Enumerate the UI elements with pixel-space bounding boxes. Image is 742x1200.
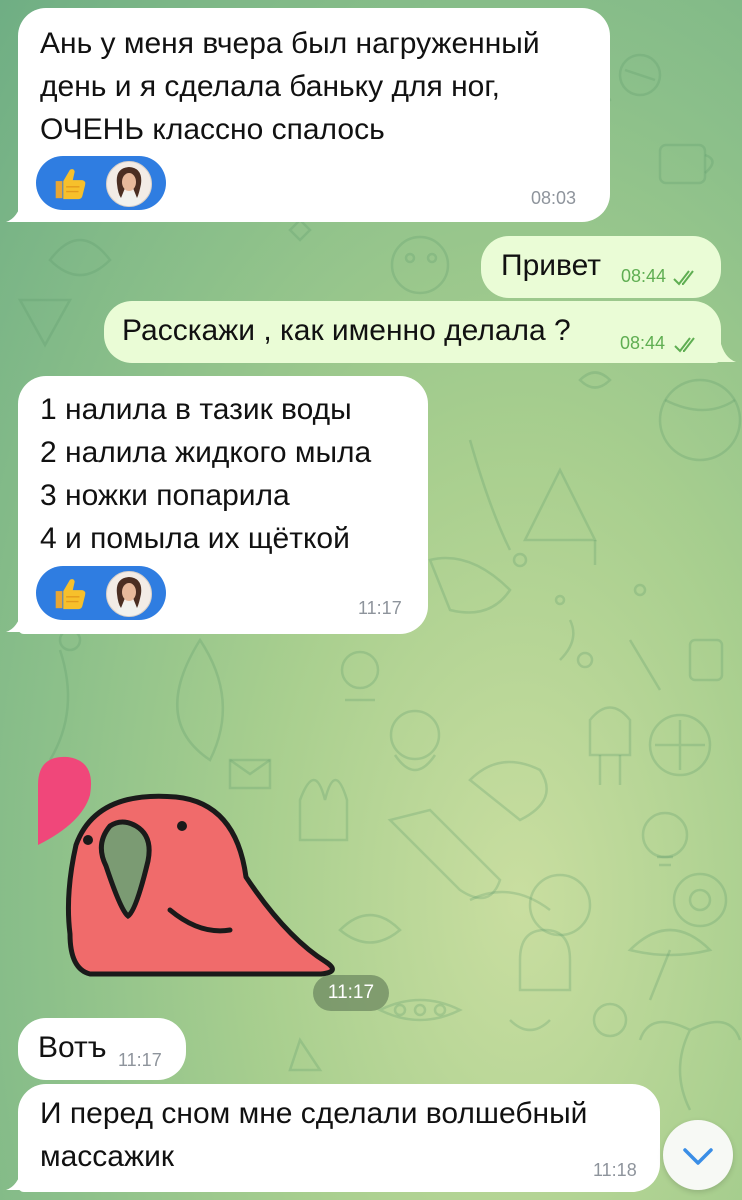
- message-time: 08:03: [531, 188, 577, 208]
- message-bubble-incoming[interactable]: Вотъ 11:17: [18, 1018, 186, 1080]
- message-bubble-outgoing[interactable]: Расскажи , как именно делала ? 08:44: [104, 301, 721, 363]
- message-time: 08:44: [620, 333, 666, 353]
- message-time: 11:17: [118, 1050, 162, 1070]
- message-text: Расскажи , как именно делала ?: [122, 314, 571, 347]
- double-check-icon: [673, 270, 694, 286]
- reaction-pill[interactable]: [36, 156, 166, 210]
- message-bubble-incoming[interactable]: Ань у меня вчера был нагруженный день и …: [18, 8, 610, 222]
- message-time: 08:44: [621, 266, 667, 286]
- thumbs-up-icon: [55, 579, 86, 610]
- thumbs-up-icon: [55, 169, 86, 200]
- message-text: Ань у меня вчера был нагруженный день и …: [40, 27, 540, 146]
- message-text: 1 налила в тазик воды 2 налила жидкого м…: [40, 393, 372, 555]
- message-time: 11:17: [313, 975, 389, 1011]
- bubble-tail: [6, 610, 30, 632]
- message-text: Привет: [501, 249, 602, 282]
- reaction-pill[interactable]: [36, 566, 166, 620]
- bubble-tail: [712, 340, 736, 362]
- message-text: И перед сном мне сделали волшебный масса…: [40, 1097, 588, 1173]
- scroll-to-bottom-button[interactable]: [663, 1120, 733, 1190]
- double-check-icon: [674, 337, 695, 353]
- bubble-tail: [6, 200, 30, 222]
- parrot-heart-sticker[interactable]: [30, 750, 350, 980]
- message-time: 11:18: [593, 1160, 637, 1180]
- bubble-tail: [6, 1168, 30, 1190]
- message-text: Вотъ: [38, 1031, 107, 1064]
- message-bubble-outgoing[interactable]: Привет 08:44: [481, 236, 721, 298]
- message-time: 11:17: [358, 598, 402, 618]
- message-bubble-incoming[interactable]: И перед сном мне сделали волшебный масса…: [18, 1084, 660, 1192]
- avatar: [106, 571, 152, 617]
- chevron-down-icon: [683, 1148, 713, 1165]
- message-bubble-incoming[interactable]: 1 налила в тазик воды 2 налила жидкого м…: [18, 376, 428, 634]
- avatar: [106, 161, 152, 207]
